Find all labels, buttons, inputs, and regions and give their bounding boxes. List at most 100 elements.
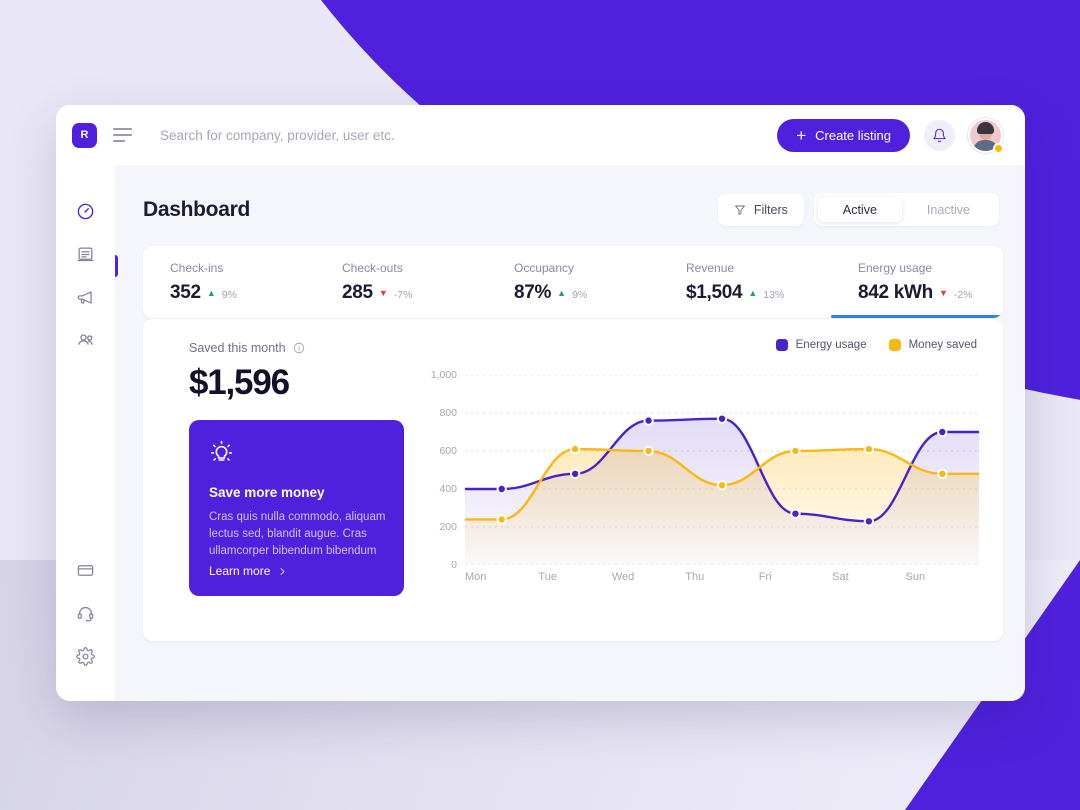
create-listing-label: Create listing: [815, 127, 891, 143]
sidebar-item-reports[interactable]: [66, 234, 106, 274]
x-axis-tick: Fri: [758, 571, 772, 583]
hamburger-icon[interactable]: [113, 128, 132, 142]
stat-delta: 13%: [763, 288, 785, 301]
bell-icon: [933, 128, 946, 142]
app-logo[interactable]: R: [72, 122, 97, 148]
header-controls: Filters Active Inactive: [717, 193, 999, 226]
active-page-indicator: [115, 255, 118, 277]
stat-energy-usage[interactable]: Energy usage 842 kWh ▼ -2%: [831, 246, 1003, 318]
chevron-right-icon: [280, 567, 285, 575]
learn-more-link[interactable]: Learn more: [209, 564, 287, 578]
funnel-icon: [734, 205, 745, 215]
data-point[interactable]: [937, 426, 948, 438]
legend-item-money-saved[interactable]: Money saved: [888, 339, 977, 351]
stat-value-row: $1,504 ▲ 13%: [686, 282, 831, 304]
sidebar-item-billing[interactable]: [66, 550, 106, 590]
plot-wrapper: 0 200 400 600 800 1,000 Mon Tue Wed Thu Fri Sat Sun: [415, 369, 979, 641]
sidebar: [56, 165, 115, 701]
hamburger-bar: [113, 140, 125, 142]
stat-check-ins[interactable]: Check-ins 352 ▲ 9%: [143, 246, 315, 318]
stat-occupancy[interactable]: Occupancy 87% ▲ 9%: [487, 246, 659, 318]
data-point[interactable]: [716, 480, 728, 491]
filters-button[interactable]: Filters: [717, 193, 804, 226]
promo-card[interactable]: Save more money Cras quis nulla commodo,…: [189, 420, 404, 596]
gear-icon: [76, 646, 95, 666]
create-listing-button[interactable]: + Create listing: [777, 118, 910, 152]
selected-stat-underline: [831, 315, 1003, 318]
y-axis-tick: 400: [439, 483, 457, 495]
data-point[interactable]: [496, 514, 507, 525]
chart-region: Energy usage Money saved 0 200 400 600 800 1,…: [415, 339, 979, 641]
stat-label: Check-ins: [170, 260, 224, 275]
savings-panel: Saved this month $1,596 Save more money …: [167, 339, 415, 641]
saved-label-row: Saved this month: [189, 341, 415, 355]
chart-y-axis: 0 200 400 600 800 1,000: [415, 369, 457, 571]
top-navigation-bar: R + Create listing: [56, 105, 1025, 165]
megaphone-icon: [77, 290, 92, 304]
x-axis-tick: Tue: [538, 571, 557, 583]
legend-swatch: [775, 339, 788, 351]
data-point[interactable]: [716, 413, 728, 424]
filters-label: Filters: [753, 202, 788, 217]
app-window: R + Create listing: [56, 105, 1025, 701]
y-axis-tick: 600: [439, 445, 457, 457]
y-axis-tick: 800: [439, 407, 457, 419]
trend-up-icon: ▲: [748, 287, 758, 298]
notifications-button[interactable]: [924, 119, 955, 151]
info-icon[interactable]: [293, 342, 305, 354]
stat-value-row: 87% ▲ 9%: [514, 282, 659, 304]
main-content: Dashboard Filters Active Inactive Check-…: [115, 165, 1025, 701]
page-title: Dashboard: [143, 197, 250, 221]
stat-value-row: 842 kWh ▼ -2%: [858, 282, 1003, 304]
data-point[interactable]: [569, 443, 581, 455]
tab-active[interactable]: Active: [817, 197, 902, 222]
data-point[interactable]: [569, 468, 581, 480]
stat-label: Check-outs: [342, 260, 403, 275]
legend-item-energy-usage[interactable]: Energy usage: [775, 339, 867, 351]
stat-delta: 9%: [221, 288, 237, 301]
trend-down-icon: ▼: [378, 287, 388, 298]
hamburger-bar: [113, 134, 132, 136]
data-point[interactable]: [643, 415, 654, 426]
sidebar-item-support[interactable]: [66, 593, 106, 633]
stat-value: 285: [342, 281, 373, 303]
chart-x-axis: Mon Tue Wed Thu Fri Sat Sun: [465, 571, 979, 583]
card-icon: [77, 564, 94, 576]
stat-value: 842 kWh: [858, 281, 933, 303]
x-axis-tick: Thu: [685, 571, 705, 583]
chart-plot-area[interactable]: [465, 375, 979, 565]
stat-check-outs[interactable]: Check-outs 285 ▼ -7%: [315, 246, 487, 318]
data-point[interactable]: [496, 483, 507, 495]
data-point[interactable]: [643, 445, 654, 457]
data-point[interactable]: [790, 445, 801, 457]
data-point[interactable]: [863, 443, 875, 455]
legend-label: Energy usage: [795, 339, 867, 351]
lightbulb-icon: [210, 440, 233, 461]
stat-revenue[interactable]: Revenue $1,504 ▲ 13%: [659, 246, 831, 318]
promo-body: Cras quis nulla commodo, aliquam lectus …: [209, 511, 386, 558]
stat-label: Energy usage: [858, 260, 933, 275]
sidebar-item-users[interactable]: [66, 320, 106, 360]
data-point[interactable]: [863, 516, 875, 527]
tab-inactive[interactable]: Inactive: [902, 197, 995, 222]
x-axis-tick: Wed: [611, 571, 635, 583]
promo-title: Save more money: [209, 485, 325, 500]
data-point[interactable]: [790, 508, 801, 519]
sidebar-item-dashboard[interactable]: [66, 191, 106, 231]
chart-data-points: [496, 413, 948, 527]
page-header: Dashboard Filters Active Inactive: [143, 193, 1003, 226]
status-badge: [993, 142, 1004, 154]
legend-label: Money saved: [908, 339, 977, 351]
sidebar-item-announcements[interactable]: [66, 277, 106, 317]
y-axis-tick: 1,000: [430, 369, 457, 381]
user-avatar-wrapper[interactable]: [968, 117, 1004, 154]
legend-swatch: [888, 339, 901, 351]
x-axis-tick: Sun: [905, 571, 926, 583]
data-point[interactable]: [937, 468, 948, 480]
sidebar-item-settings[interactable]: [66, 636, 106, 676]
hamburger-bar: [113, 128, 132, 130]
stat-value-row: 285 ▼ -7%: [342, 282, 487, 304]
search-input[interactable]: [160, 127, 778, 143]
trend-up-icon: ▲: [557, 287, 567, 298]
x-axis-tick: Sat: [832, 571, 849, 583]
